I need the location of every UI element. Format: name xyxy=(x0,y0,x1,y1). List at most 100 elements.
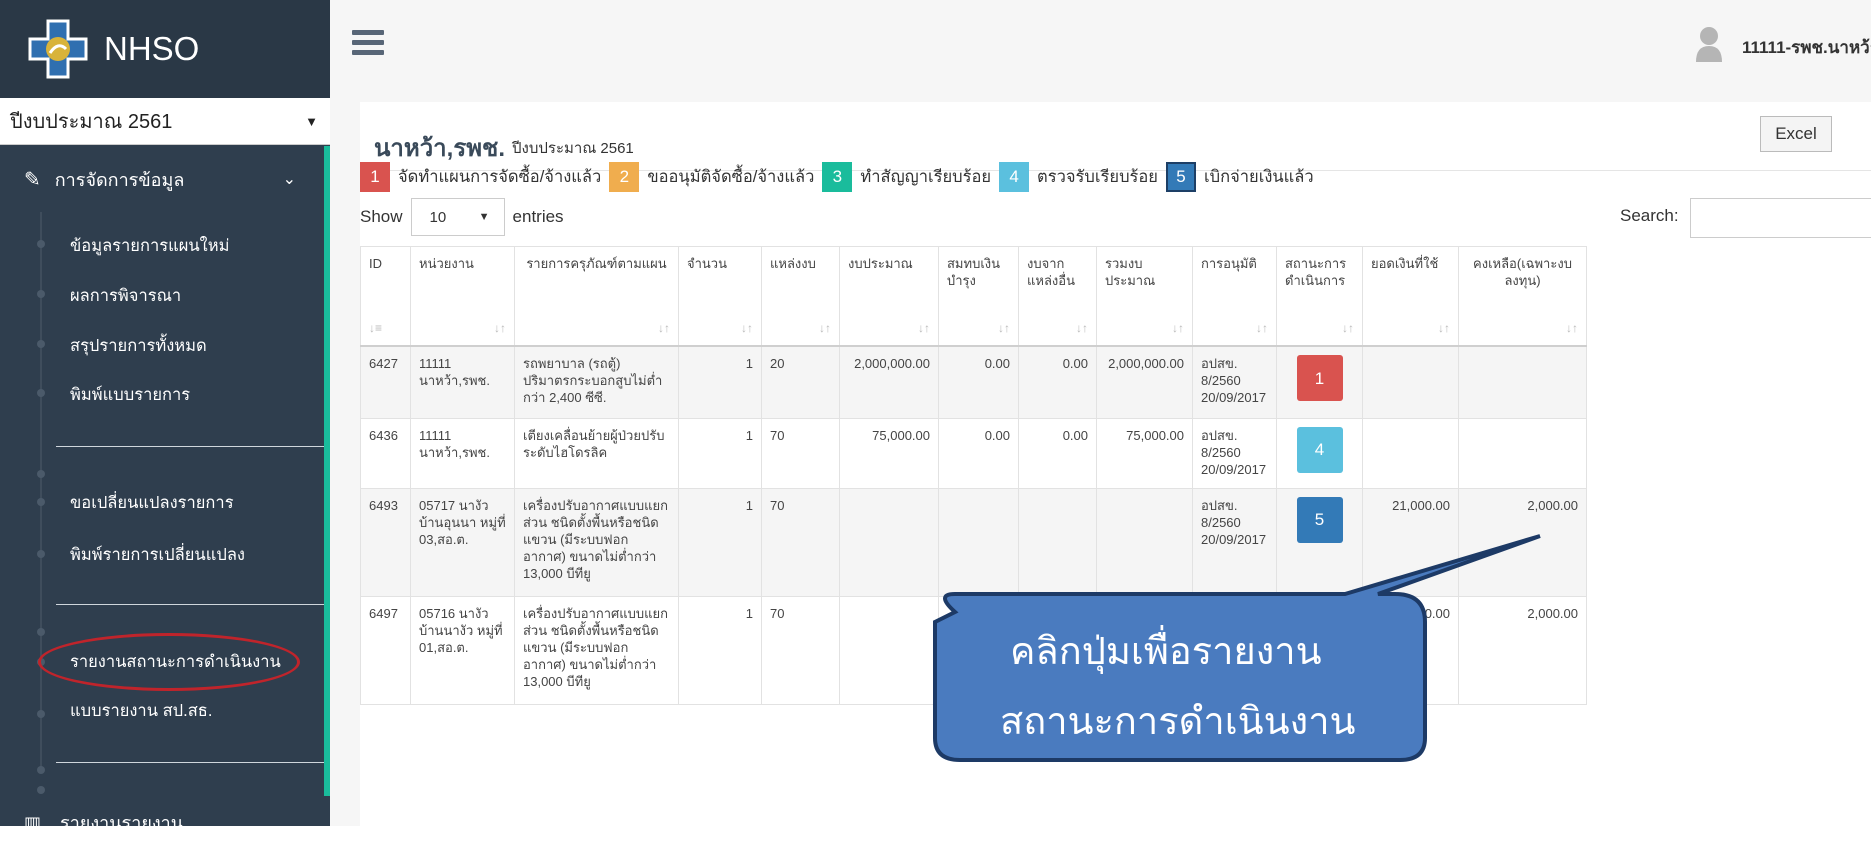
menu-divider xyxy=(56,446,324,447)
cell-approval: อปสข. 8/2560 20/09/2017 xyxy=(1192,345,1277,419)
sidebar-item-consideration-result[interactable]: ผลการพิจารณา xyxy=(70,283,181,309)
cell-qty: 1 xyxy=(678,345,762,419)
cell-support: 0.00 xyxy=(938,345,1019,419)
sort-icon: ↓↑ xyxy=(1256,321,1268,335)
legend-badge-2: 2 xyxy=(609,162,640,192)
status-button[interactable]: 5 xyxy=(1296,496,1343,543)
col-header-item[interactable]: รายการครุภัณฑ์ตามแผน ↓↑ xyxy=(514,246,679,347)
search-input[interactable] xyxy=(1690,198,1871,238)
legend-badge-4: 4 xyxy=(999,162,1030,192)
col-header-qty[interactable]: จำนวน ↓↑ xyxy=(678,246,762,347)
sort-icon: ↓↑ xyxy=(918,321,930,335)
search-label: Search: xyxy=(1620,206,1679,225)
page-length-control: Show 10 ▼ entries xyxy=(360,198,564,236)
sidebar-item-new-plan[interactable]: ข้อมูลรายการแผนใหม่ xyxy=(70,233,229,259)
menu-bullet xyxy=(37,240,45,248)
col-header-other[interactable]: งบจากแหล่งอื่น ↓↑ xyxy=(1018,246,1097,347)
cell-source: 20 xyxy=(761,345,840,419)
cell-support xyxy=(938,487,1019,597)
col-header-status[interactable]: สถานะการดำเนินการ ↓↑ xyxy=(1276,246,1363,347)
sort-icon: ↓↑ xyxy=(1566,321,1578,335)
col-header-total[interactable]: รวมงบประมาณ ↓↑ xyxy=(1096,246,1193,347)
cell-budget: 2,000,000.00 xyxy=(839,345,939,419)
menu-data-management[interactable]: ✎ การจัดการข้อมูล ⌄ xyxy=(0,146,330,212)
cell-qty: 1 xyxy=(678,417,762,489)
legend-text-2: ขออนุมัติจัดซื้อ/จ้างแล้ว xyxy=(647,168,815,186)
nhso-cross-logo-icon xyxy=(28,19,88,79)
sort-icon: ↓↑ xyxy=(1438,321,1450,335)
cell-budget xyxy=(839,487,939,597)
col-header-source[interactable]: แหล่งงบ ↓↑ xyxy=(761,246,840,347)
user-name[interactable]: 11111-รพช.นาหว้า xyxy=(1742,34,1871,61)
sidebar-item-moph-report[interactable]: แบบรายงาน สป.สธ. xyxy=(70,698,212,724)
cell-used xyxy=(1362,417,1459,489)
cell-source: 70 xyxy=(761,417,840,489)
cell-budget: 75,000.00 xyxy=(839,417,939,489)
cell-used: 21,000.00 xyxy=(1362,595,1459,705)
col-header-used[interactable]: ยอดเงินที่ใช้ ↓↑ xyxy=(1362,246,1459,347)
status-legend: 1 จัดทำแผนการจัดซื้อ/จ้างแล้ว 2 ขออนุมัต… xyxy=(360,162,1322,192)
cell-other: 0.00 xyxy=(1018,345,1097,419)
brand-logo[interactable]: NHSO xyxy=(0,0,330,98)
menu-reports-label: รายงานรายงาน xyxy=(60,813,184,826)
status-button[interactable]: 1 xyxy=(1296,355,1343,401)
col-header-remain[interactable]: คงเหลือ(เฉพาะงบลงทุน) ↓↑ xyxy=(1458,246,1587,347)
cell-other: 0.00 xyxy=(1018,417,1097,489)
sort-icon: ↓↑ xyxy=(658,321,670,335)
cell-status: 5 xyxy=(1276,487,1363,597)
cell-status: 4 xyxy=(1276,417,1363,489)
sidebar-item-print-form[interactable]: พิมพ์แบบรายการ xyxy=(70,382,190,408)
col-header-id[interactable]: ID ↓≡ xyxy=(360,246,411,347)
col-header-unit[interactable]: หน่วยงาน ↓↑ xyxy=(410,246,515,347)
edit-icon: ✎ xyxy=(24,168,41,191)
caret-down-icon: ▼ xyxy=(305,113,318,129)
menu-bullet xyxy=(37,710,45,718)
sort-icon: ↓↑ xyxy=(1172,321,1184,335)
cell-remain xyxy=(1458,345,1587,419)
cell-status: 1 xyxy=(1276,345,1363,419)
cell-total: 2,000,000.00 xyxy=(1096,345,1193,419)
sidebar-item-request-change[interactable]: ขอเปลี่ยนแปลงรายการ xyxy=(70,490,234,516)
cell-total: 75,000.00 xyxy=(1096,417,1193,489)
excel-button[interactable]: Excel xyxy=(1760,116,1832,152)
fiscal-year-select[interactable]: ปีงบประมาณ 2561 ▼ xyxy=(0,98,330,145)
cell-id: 6493 xyxy=(360,487,411,597)
menu-reports[interactable]: ▥ รายงานรายงาน xyxy=(0,808,324,826)
table-row: 6436 11111 นาหว้า,รพช. เตียงเคลื่อนย้ายผ… xyxy=(360,417,1587,489)
menu-toggle-icon[interactable] xyxy=(352,30,384,56)
menu-bullet xyxy=(37,290,45,298)
highlight-ring xyxy=(38,633,300,691)
menu-bullet xyxy=(37,550,45,558)
cell-remain xyxy=(1458,417,1587,489)
sort-icon: ↓↑ xyxy=(1076,321,1088,335)
menu-data-management-label: การจัดการข้อมูล xyxy=(54,169,185,190)
show-label: Show xyxy=(360,207,403,226)
legend-badge-5: 5 xyxy=(1165,162,1196,192)
legend-text-5: เบิกจ่ายเงินแล้ว xyxy=(1203,168,1314,186)
menu-bullet xyxy=(37,470,45,478)
cell-qty: 1 xyxy=(678,595,762,705)
table-row: 6497 05716 นางัว บ้านนางัว หมู่ที่ 01,สอ… xyxy=(360,595,1587,705)
cell-id: 6436 xyxy=(360,417,411,489)
cell-source: 70 xyxy=(761,487,840,597)
col-header-approval[interactable]: การอนุมัติ ↓↑ xyxy=(1192,246,1277,347)
callout-text-line1: คลิกปุ่มเพื่อรายงาน xyxy=(1010,631,1322,673)
col-header-budget[interactable]: งบประมาณ ↓↑ xyxy=(839,246,939,347)
menu-bullet xyxy=(37,389,45,397)
menu-divider xyxy=(56,762,324,763)
sidebar-item-print-changes[interactable]: พิมพ์รายการเปลี่ยนแปลง xyxy=(70,542,245,568)
cell-used: 21,000.00 xyxy=(1362,487,1459,597)
user-avatar-icon[interactable] xyxy=(1694,26,1724,62)
cell-other xyxy=(1018,487,1097,597)
entries-select[interactable]: 10 ▼ xyxy=(410,198,505,236)
sidebar-item-summary[interactable]: สรุปรายการทั้งหมด xyxy=(70,333,207,359)
col-header-support[interactable]: สมทบเงินบำรุง ↓↑ xyxy=(938,246,1019,347)
menu-bullet xyxy=(37,498,45,506)
callout-text-line2: สถานะการดำเนินงาน xyxy=(1000,701,1356,743)
cell-remain: 2,000.00 xyxy=(1458,595,1587,705)
entries-value: 10 xyxy=(429,208,447,226)
cell-item: รถพยาบาล (รถตู้) ปริมาตรกระบอกสูบไม่ต่ำก… xyxy=(514,345,679,419)
status-button[interactable]: 4 xyxy=(1296,426,1343,473)
menu-bullet xyxy=(37,766,45,774)
cell-budget xyxy=(839,595,939,705)
